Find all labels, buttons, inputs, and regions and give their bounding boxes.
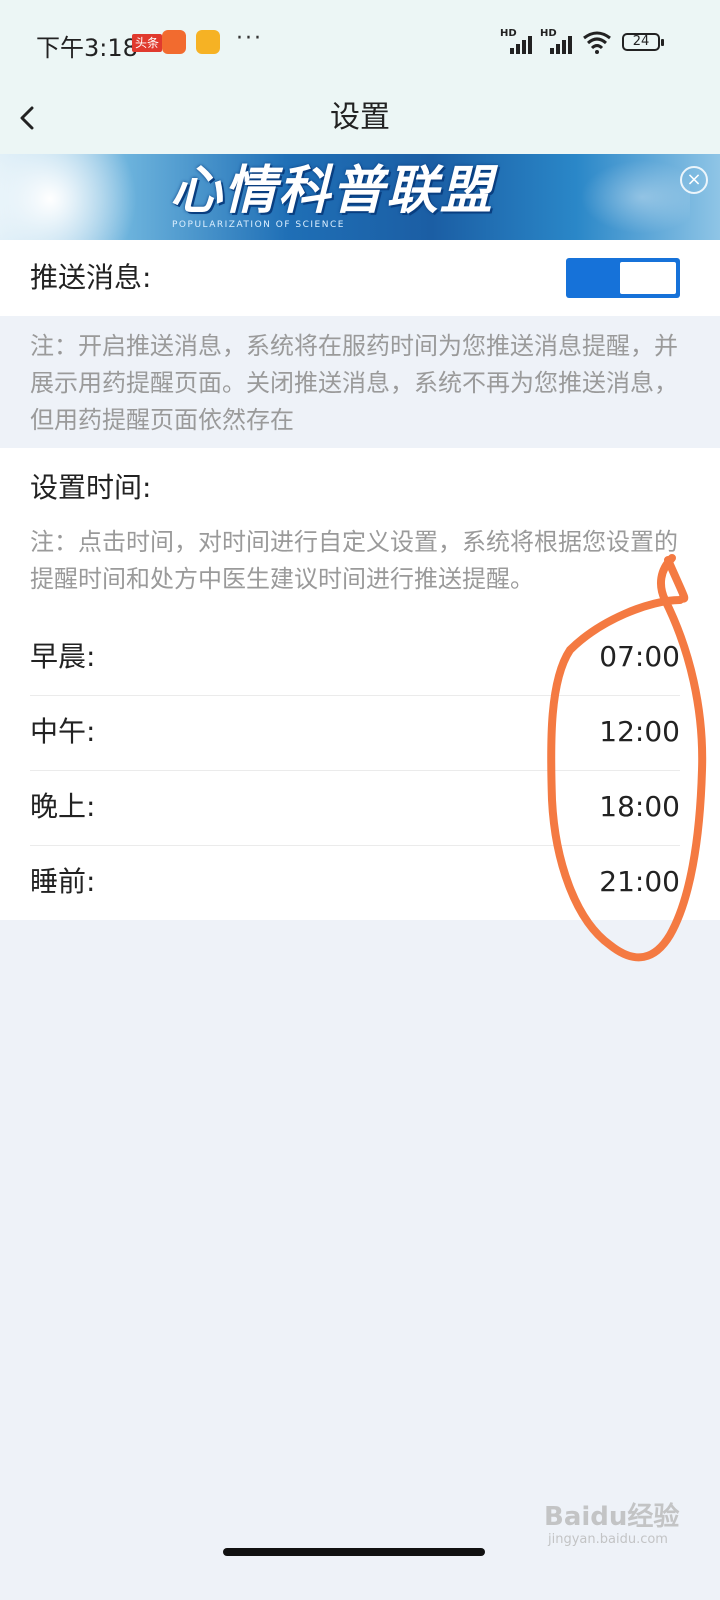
battery-icon: 24 xyxy=(622,33,664,51)
time-row-value[interactable]: 07:00 xyxy=(599,637,680,677)
watermark-url: jingyan.baidu.com xyxy=(548,1532,668,1547)
banner-subtitle: POPULARIZATION OF SCIENCE xyxy=(172,220,345,230)
toutiao-notification-icon: 头条 xyxy=(132,34,163,52)
banner-title: 心情科普联盟 xyxy=(170,161,495,221)
push-message-label: 推送消息: xyxy=(30,261,152,294)
time-row-label: 中午: xyxy=(30,715,96,748)
banner-close-icon[interactable]: × xyxy=(680,166,708,194)
time-settings-card: 设置时间: 注：点击时间，对时间进行自定义设置，系统将根据您设置的提醒时间和处方… xyxy=(0,448,720,920)
time-row-value[interactable]: 12:00 xyxy=(599,712,680,752)
push-message-toggle[interactable] xyxy=(566,258,680,298)
push-note-block: 注：开启推送消息，系统将在服药时间为您推送消息提醒，并展示用药提醒页面。关闭推送… xyxy=(0,316,720,448)
time-row-label: 晚上: xyxy=(30,790,96,823)
push-note-text: 注：开启推送消息，系统将在服药时间为您推送消息提醒，并展示用药提醒页面。关闭推送… xyxy=(30,332,678,434)
time-row-morning[interactable]: 早晨: 07:00 xyxy=(30,620,680,696)
watermark-logo: Baidu经验 xyxy=(544,1502,680,1532)
shopping-app-icon xyxy=(162,30,186,54)
wifi-icon xyxy=(583,31,611,54)
time-settings-heading: 设置时间: xyxy=(30,471,152,504)
more-notifications-icon: ··· xyxy=(236,26,263,51)
message-app-icon xyxy=(196,30,220,54)
time-row-value[interactable]: 21:00 xyxy=(599,862,680,902)
status-time: 下午3:18 xyxy=(36,34,138,62)
time-row-label: 早晨: xyxy=(30,640,96,673)
time-row-label: 睡前: xyxy=(30,865,96,898)
nav-header: 设置 xyxy=(0,88,720,154)
banner-head-graphic xyxy=(570,154,690,240)
status-bar: 下午3:18 头条 ··· HD HD 24 xyxy=(0,0,720,88)
time-row-bedtime[interactable]: 睡前: 21:00 xyxy=(30,845,680,920)
push-message-row: 推送消息: xyxy=(0,240,720,316)
toggle-knob xyxy=(620,262,676,294)
banner-glow xyxy=(0,154,160,240)
time-settings-note: 注：点击时间，对时间进行自定义设置，系统将根据您设置的提醒时间和处方中医生建议时… xyxy=(30,528,678,593)
home-indicator[interactable] xyxy=(223,1548,485,1556)
page-title: 设置 xyxy=(330,100,390,135)
time-row-value[interactable]: 18:00 xyxy=(599,787,680,827)
time-row-noon[interactable]: 中午: 12:00 xyxy=(30,695,680,771)
promo-banner[interactable]: 心情科普联盟 POPULARIZATION OF SCIENCE × xyxy=(0,154,720,240)
time-row-evening[interactable]: 晚上: 18:00 xyxy=(30,770,680,846)
